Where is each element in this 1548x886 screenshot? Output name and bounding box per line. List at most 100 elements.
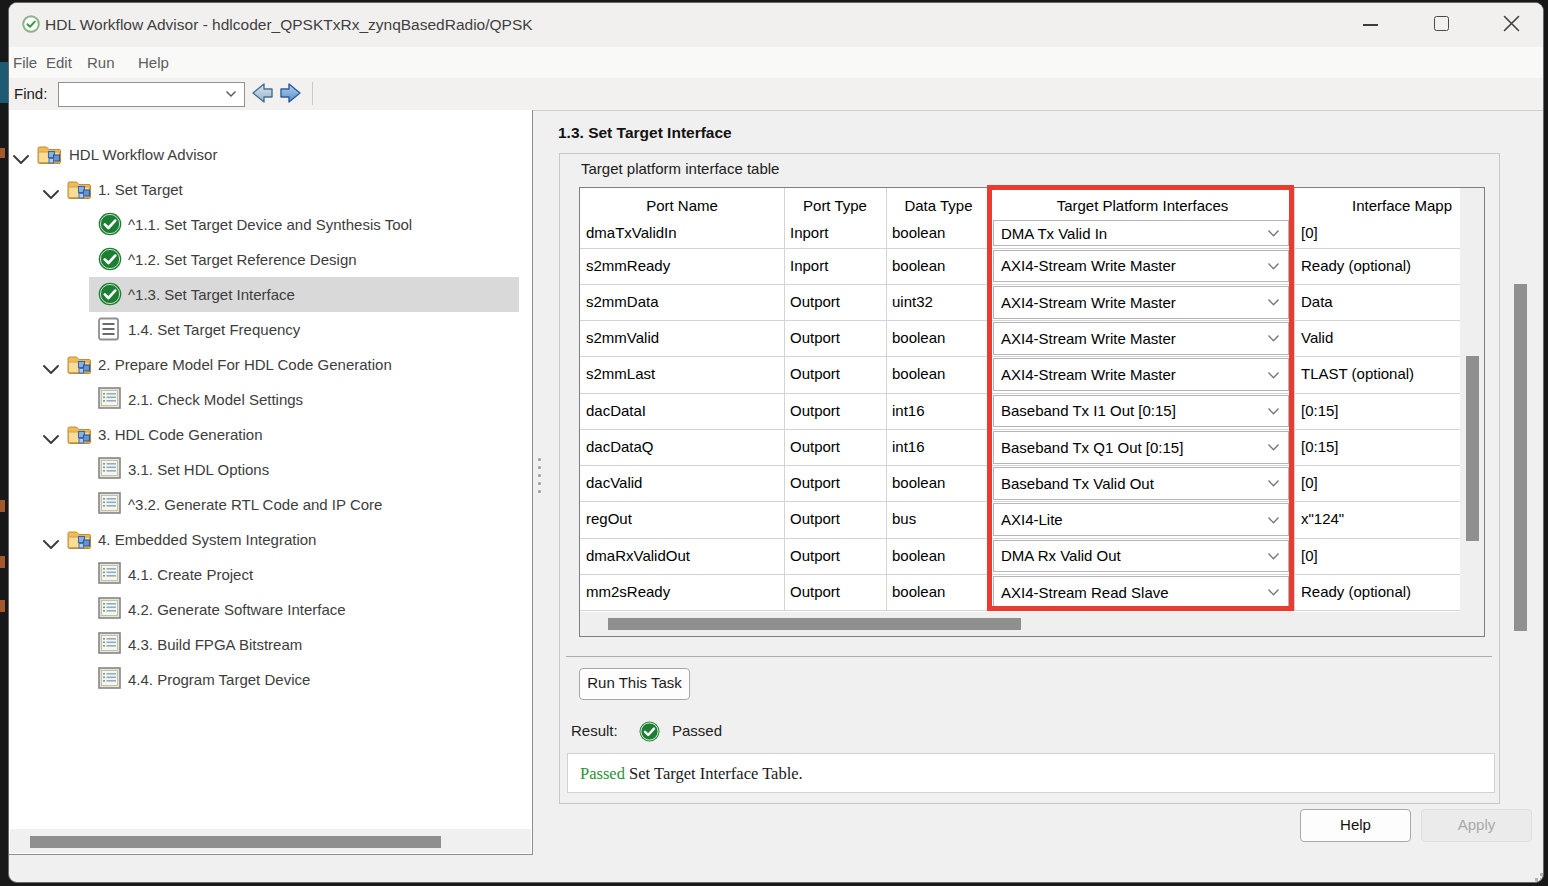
interface-dropdown[interactable]: AXI4-Stream Write Master [993,322,1289,355]
splitter-handle[interactable] [538,458,541,461]
tree-item[interactable]: 4.4. Program Target Device [9,662,532,697]
cell-port-type[interactable]: Outport [790,284,840,320]
resize-grip[interactable] [1540,878,1543,881]
cell-data-type[interactable]: uint32 [892,284,933,320]
run-this-task-button[interactable]: Run This Task [579,668,690,700]
resize-grip[interactable] [1540,873,1543,876]
tree-item[interactable]: 2.1. Check Model Settings [9,382,532,417]
menu-item-run[interactable]: Run [87,47,115,78]
cell-port-name[interactable]: s2mmValid [586,320,659,356]
interface-dropdown[interactable]: Baseband Tx Valid Out [993,467,1289,500]
cell-interface-mapping[interactable]: [0:15] [1301,429,1339,465]
tree-item[interactable]: ^1.3. Set Target Interface [9,277,532,312]
tree-item[interactable]: 3.1. Set HDL Options [9,452,532,487]
cell-interface-mapping[interactable]: Ready (optional) [1301,248,1411,284]
resize-grip[interactable] [1535,878,1538,881]
cell-port-name[interactable]: s2mmData [586,284,659,320]
cell-interface-mapping[interactable]: [0] [1301,538,1318,574]
interface-dropdown[interactable]: Baseband Tx I1 Out [0:15] [993,395,1289,428]
cell-data-type[interactable]: boolean [892,248,945,284]
cell-port-name[interactable]: dmaRxValidOut [586,538,690,574]
minimize-button[interactable] [1363,24,1378,26]
menu-item-file[interactable]: File [13,47,37,78]
interface-dropdown[interactable]: AXI4-Stream Write Master [993,250,1289,283]
tree-item[interactable]: 3. HDL Code Generation [9,417,532,452]
cell-interface-mapping[interactable]: [0] [1301,465,1318,501]
scrollbar-thumb[interactable] [1466,356,1479,541]
interface-dropdown[interactable]: Baseband Tx Q1 Out [0:15] [993,431,1289,464]
find-next-button[interactable] [278,81,303,105]
cell-port-name[interactable]: dacDataI [586,393,646,429]
tree-item[interactable]: HDL Workflow Advisor [9,137,532,172]
cell-port-name[interactable]: dmaTxValidIn [586,218,677,248]
cell-data-type[interactable]: int16 [892,393,925,429]
cell-interface-mapping[interactable]: Data [1301,284,1333,320]
help-button[interactable]: Help [1300,809,1411,842]
cell-interface-mapping[interactable]: Valid [1301,320,1333,356]
tree-item[interactable]: ^3.2. Generate RTL Code and IP Core [9,487,532,522]
cell-interface-mapping[interactable]: TLAST (optional) [1301,356,1414,392]
cell-port-type[interactable]: Outport [790,465,840,501]
scrollbar-thumb[interactable] [608,618,1021,630]
cell-data-type[interactable]: boolean [892,574,945,610]
tree-item[interactable]: 4.1. Create Project [9,557,532,592]
panel-vertical-scrollbar[interactable] [1514,284,1527,631]
menu-item-help[interactable]: Help [138,47,169,78]
close-button[interactable] [1503,15,1520,32]
cell-port-name[interactable]: dacDataQ [586,429,654,465]
tree-item[interactable]: 4. Embedded System Integration [9,522,532,557]
cell-data-type[interactable]: bus [892,501,916,537]
find-previous-button[interactable] [250,81,275,105]
interface-dropdown[interactable]: AXI4-Stream Write Master [993,286,1289,319]
tree-item[interactable]: ^1.1. Set Target Device and Synthesis To… [9,207,532,242]
cell-port-name[interactable]: mm2sReady [586,574,670,610]
apply-button[interactable]: Apply [1421,809,1532,842]
interface-dropdown[interactable]: DMA Tx Valid In [993,220,1289,246]
splitter-handle[interactable] [538,474,541,477]
cell-interface-mapping[interactable]: x"124" [1301,501,1344,537]
tree-horizontal-scrollbar[interactable] [10,829,531,853]
interface-dropdown[interactable]: DMA Rx Valid Out [993,540,1289,573]
tree-item[interactable]: 4.2. Generate Software Interface [9,592,532,627]
tree-item[interactable]: 1. Set Target [9,172,532,207]
table-vertical-scrollbar[interactable] [1460,188,1484,612]
splitter-handle[interactable] [538,466,541,469]
cell-port-type[interactable]: Outport [790,574,840,610]
splitter-handle[interactable] [538,482,541,485]
cell-port-name[interactable]: regOut [586,501,632,537]
cell-port-type[interactable]: Outport [790,501,840,537]
cell-port-type[interactable]: Outport [790,429,840,465]
cell-data-type[interactable]: int16 [892,429,925,465]
cell-interface-mapping[interactable]: [0] [1301,218,1318,248]
cell-port-type[interactable]: Outport [790,538,840,574]
scrollbar-thumb[interactable] [30,836,441,848]
cell-interface-mapping[interactable]: Ready (optional) [1301,574,1411,610]
interface-dropdown[interactable]: AXI4-Stream Read Slave [993,576,1289,609]
column-header[interactable]: Interface Mapp [1242,192,1460,219]
interface-dropdown[interactable]: AXI4-Stream Write Master [993,358,1289,391]
cell-port-type[interactable]: Outport [790,320,840,356]
find-input[interactable] [58,82,245,107]
cell-data-type[interactable]: boolean [892,538,945,574]
cell-port-type[interactable]: Inport [790,248,828,284]
cell-data-type[interactable]: boolean [892,465,945,501]
tree-item[interactable]: 4.3. Build FPGA Bitstream [9,627,532,662]
splitter-handle[interactable] [538,490,541,493]
cell-port-name[interactable]: s2mmLast [586,356,655,392]
cell-port-type[interactable]: Outport [790,393,840,429]
cell-data-type[interactable]: boolean [892,320,945,356]
interface-dropdown[interactable]: AXI4-Lite [993,503,1289,536]
tree-item[interactable]: 1.4. Set Target Frequency [9,312,532,347]
menu-item-edit[interactable]: Edit [46,47,72,78]
tree-item[interactable]: 2. Prepare Model For HDL Code Generation [9,347,532,382]
cell-port-type[interactable]: Inport [790,218,828,248]
tree-item[interactable]: ^1.2. Set Target Reference Design [9,242,532,277]
table-horizontal-scrollbar[interactable] [580,612,1484,636]
cell-port-name[interactable]: s2mmReady [586,248,670,284]
maximize-button[interactable] [1434,16,1449,31]
cell-data-type[interactable]: boolean [892,218,945,248]
cell-port-name[interactable]: dacValid [586,465,642,501]
cell-data-type[interactable]: boolean [892,356,945,392]
cell-interface-mapping[interactable]: [0:15] [1301,393,1339,429]
cell-port-type[interactable]: Outport [790,356,840,392]
